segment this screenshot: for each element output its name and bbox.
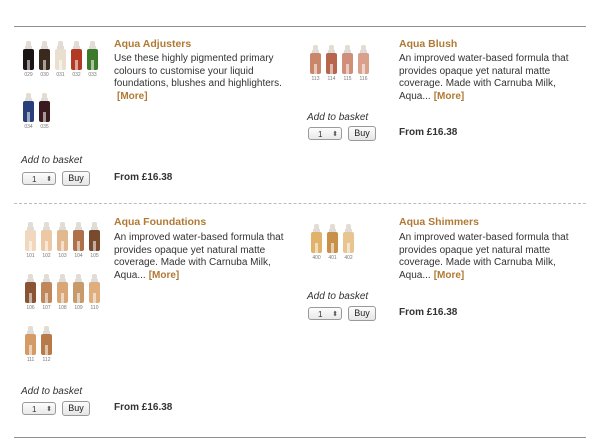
swatch-code: 400 bbox=[312, 255, 321, 261]
swatch-bottle bbox=[343, 224, 354, 257]
buy-button[interactable]: Buy bbox=[348, 306, 376, 321]
swatch-code: 401 bbox=[328, 255, 337, 261]
swatch-code: 402 bbox=[344, 255, 353, 261]
price: From £16.38 bbox=[399, 307, 458, 318]
description-text: An improved water-based formula that pro… bbox=[399, 232, 569, 281]
swatch-bottle bbox=[327, 224, 338, 257]
product-card-aqua-shimmers: 400 401 402 Aqua Shimmers An improved wate… bbox=[0, 0, 600, 448]
chevron-updown-icon: ⬍ bbox=[332, 311, 338, 318]
product-description: An improved water-based formula that pro… bbox=[399, 232, 577, 282]
quantity-select[interactable]: 1 ⬍ bbox=[308, 307, 342, 320]
swatch-bottle bbox=[311, 224, 322, 257]
more-link[interactable]: [More] bbox=[434, 270, 465, 281]
quantity-value: 1 bbox=[318, 310, 323, 319]
product-title[interactable]: Aqua Shimmers bbox=[399, 216, 479, 228]
add-to-basket-label: Add to basket bbox=[307, 291, 369, 302]
